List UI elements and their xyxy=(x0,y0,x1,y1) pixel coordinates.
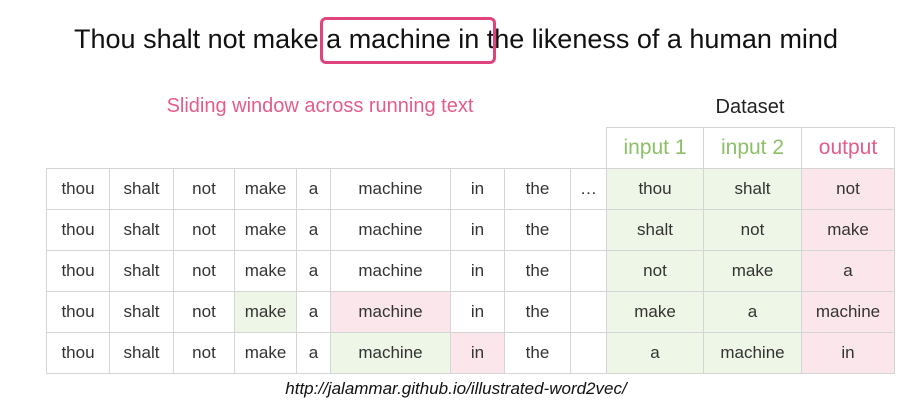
dataset-row: make a machine xyxy=(606,291,895,333)
running-cell: the xyxy=(504,250,571,292)
sentence-before: Thou shalt not make xyxy=(74,24,327,54)
running-cell: thou xyxy=(46,250,110,292)
dataset-header-input: input 1 xyxy=(606,127,704,169)
source-url: http://jalammar.github.io/illustrated-wo… xyxy=(285,379,627,398)
dataset-row: not make a xyxy=(606,250,895,292)
running-cell: not xyxy=(173,250,235,292)
dataset-input-cell: shalt xyxy=(703,168,802,210)
running-cell: the xyxy=(504,291,571,333)
dataset-input-cell: a xyxy=(606,332,704,374)
running-cell: shalt xyxy=(109,332,174,374)
running-cell: shalt xyxy=(109,209,174,251)
running-cell: a xyxy=(296,291,331,333)
running-cell: thou xyxy=(46,291,110,333)
running-cell: not xyxy=(173,168,235,210)
dataset-input-cell: shalt xyxy=(606,209,704,251)
running-cell: shalt xyxy=(109,291,174,333)
running-cell: machine xyxy=(330,168,451,210)
running-row: thou shalt not make a machine in the xyxy=(46,332,607,374)
dataset-input-cell: machine xyxy=(703,332,802,374)
running-cell: a xyxy=(296,332,331,374)
dataset-row: thou shalt not xyxy=(606,168,895,210)
running-cell xyxy=(570,291,607,333)
running-cell: in xyxy=(450,332,505,374)
dataset-output-cell: make xyxy=(801,209,895,251)
dataset-input-cell: not xyxy=(703,209,802,251)
dataset-input-cell: thou xyxy=(606,168,704,210)
dataset-caption: Dataset xyxy=(715,96,785,118)
running-cell: thou xyxy=(46,209,110,251)
running-cell: in xyxy=(450,168,505,210)
running-cell: thou xyxy=(46,332,110,374)
running-cell: machine xyxy=(330,332,451,374)
running-cell: the xyxy=(504,332,571,374)
running-cell: not xyxy=(173,291,235,333)
dataset-table: input 1 input 2 output thou shalt not shalt not… xyxy=(606,127,895,374)
running-row: thou shalt not make a machine in the xyxy=(46,291,607,333)
running-cell: shalt xyxy=(109,168,174,210)
running-cell: make xyxy=(234,250,297,292)
dataset-input-cell: not xyxy=(606,250,704,292)
running-cell: in xyxy=(450,250,505,292)
dataset-row: a machine in xyxy=(606,332,895,374)
running-cell: machine xyxy=(330,209,451,251)
running-cell: make xyxy=(234,168,297,210)
dataset-output-cell: in xyxy=(801,332,895,374)
running-cell: … xyxy=(570,168,607,210)
running-cell: shalt xyxy=(109,250,174,292)
dataset-header-row: input 1 input 2 output xyxy=(606,127,895,169)
running-cell: machine xyxy=(330,250,451,292)
running-cell: make xyxy=(234,332,297,374)
dataset-input-cell: a xyxy=(703,291,802,333)
running-cell: thou xyxy=(46,168,110,210)
running-cell: a xyxy=(296,250,331,292)
running-cell: not xyxy=(173,209,235,251)
sliding-window-box xyxy=(320,17,496,64)
running-cell: a xyxy=(296,168,331,210)
running-cell xyxy=(570,332,607,374)
sentence-after: the likeness of a human mind xyxy=(479,24,838,54)
running-cell: machine xyxy=(330,291,451,333)
running-row: thou shalt not make a machine in the… xyxy=(46,168,607,210)
dataset-header-output: output xyxy=(801,127,895,169)
running-text-table: thou shalt not make a machine in the… thou shalt n… xyxy=(46,168,607,374)
dataset-output-cell: machine xyxy=(801,291,895,333)
dataset-input-cell: make xyxy=(606,291,704,333)
running-row: thou shalt not make a machine in the xyxy=(46,209,607,251)
dataset-output-cell: not xyxy=(801,168,895,210)
running-cell: the xyxy=(504,209,571,251)
running-cell: make xyxy=(234,291,297,333)
dataset-row: shalt not make xyxy=(606,209,895,251)
running-cell: in xyxy=(450,209,505,251)
dataset-header-input: input 2 xyxy=(703,127,802,169)
running-cell: the xyxy=(504,168,571,210)
running-cell: a xyxy=(296,209,331,251)
dataset-input-cell: make xyxy=(703,250,802,292)
running-cell: not xyxy=(173,332,235,374)
dataset-output-cell: a xyxy=(801,250,895,292)
running-row: thou shalt not make a machine in the xyxy=(46,250,607,292)
running-cell xyxy=(570,209,607,251)
running-cell: make xyxy=(234,209,297,251)
running-cell: in xyxy=(450,291,505,333)
running-cell xyxy=(570,250,607,292)
sliding-window-caption: Sliding window across running text xyxy=(166,95,474,117)
